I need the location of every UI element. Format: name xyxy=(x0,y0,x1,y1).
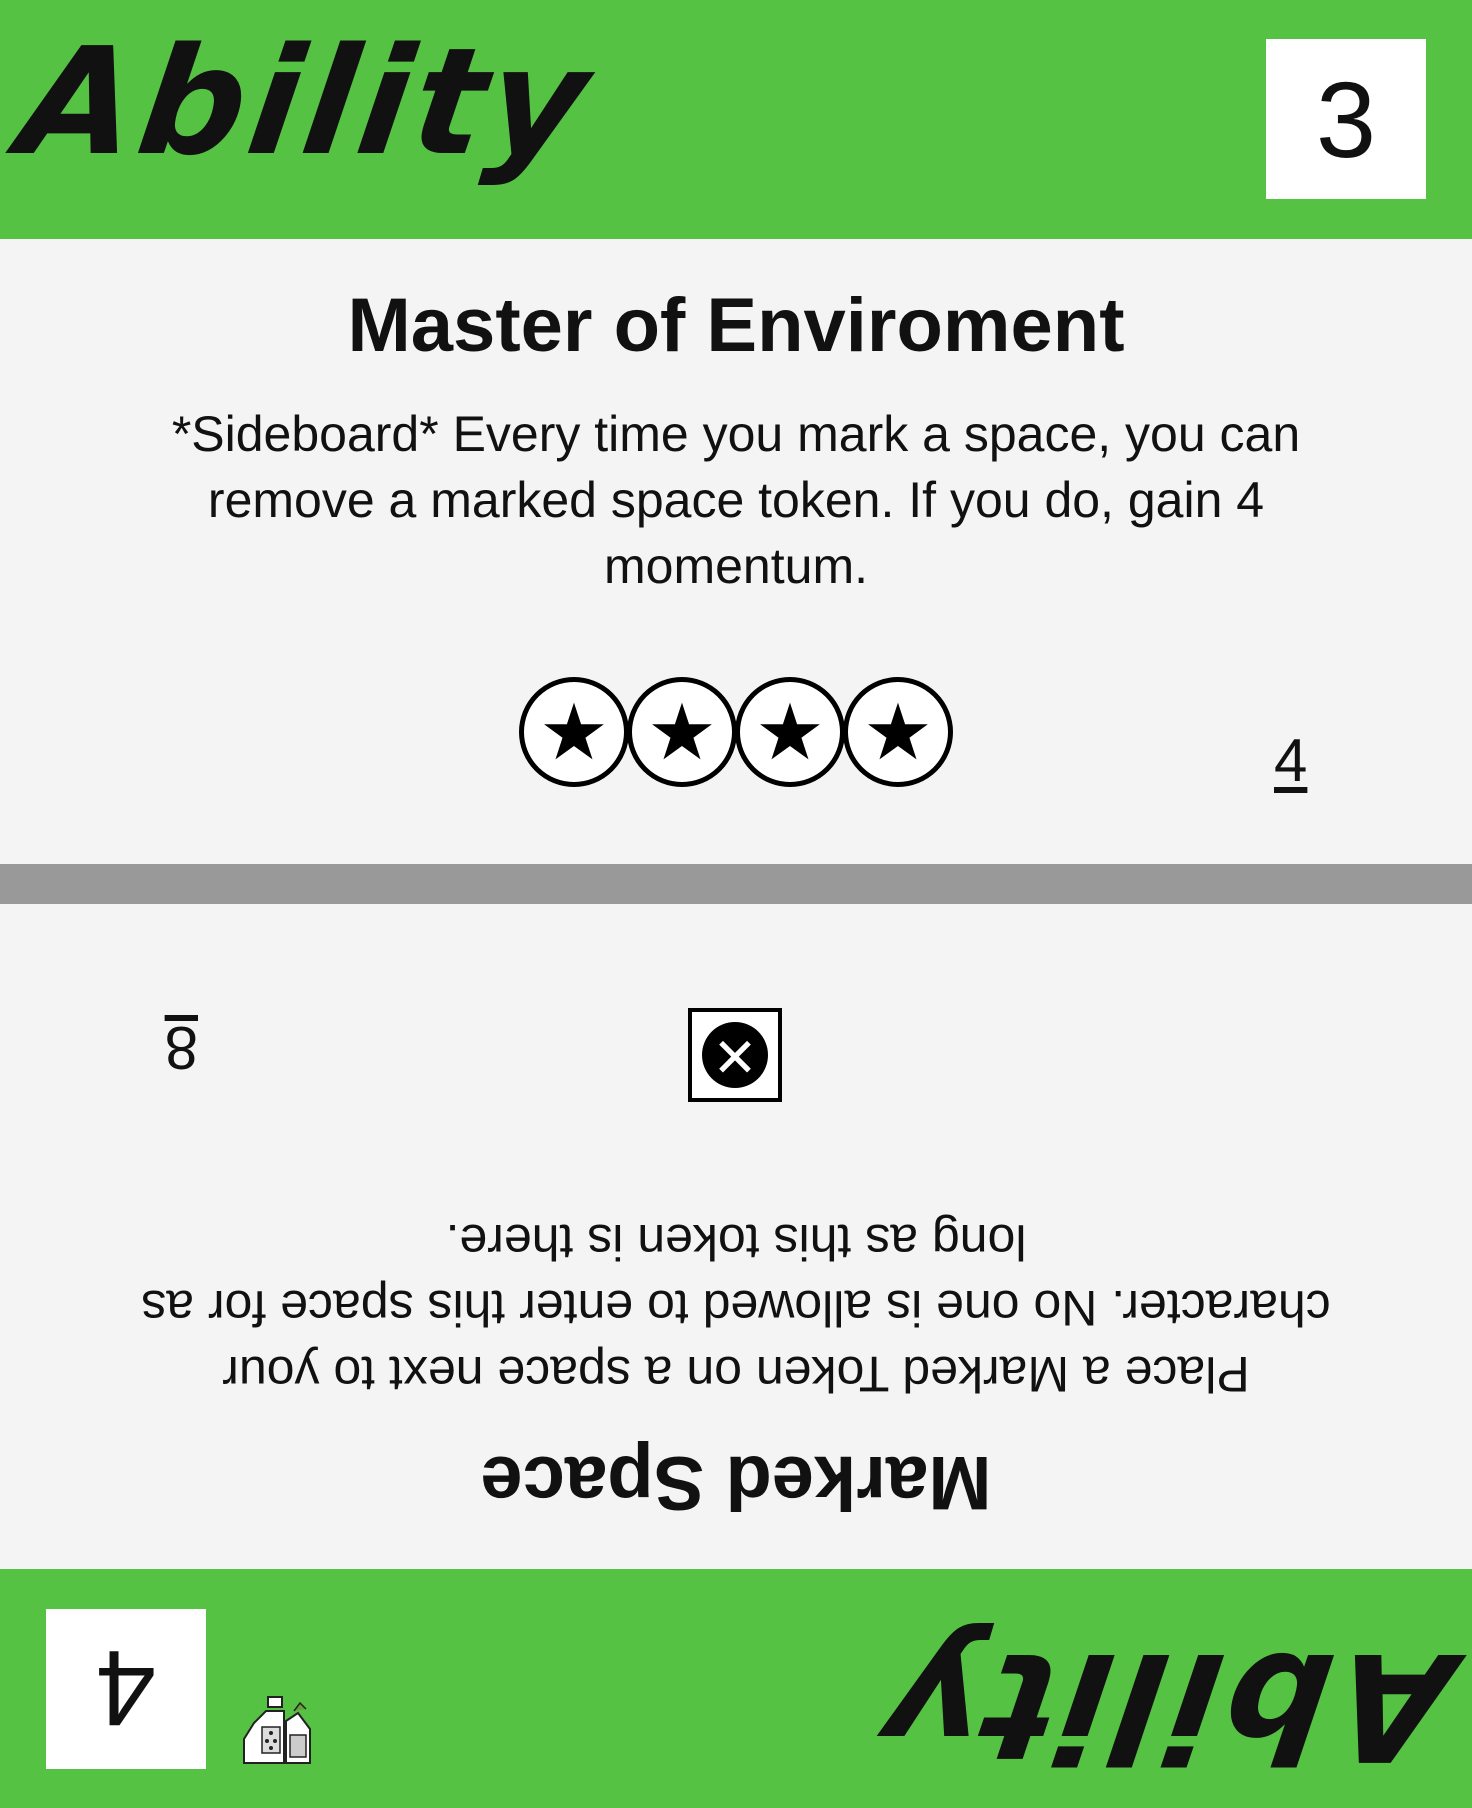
potion-bottles-icon xyxy=(243,1696,311,1764)
top-card-text: *Sideboard* Every time you mark a space,… xyxy=(171,406,1301,594)
star-icon: ★ xyxy=(519,677,629,787)
top-card-title: Master of Enviroment xyxy=(347,283,1125,368)
momentum-stars: ★ ★ ★ ★ xyxy=(519,677,953,787)
top-value: 4 xyxy=(1274,727,1308,794)
bottom-card-title: Marked Space xyxy=(480,1440,992,1525)
top-type-label: Ability xyxy=(9,16,602,188)
marked-token-icon: ✕ xyxy=(688,1008,782,1102)
x-circle-icon: ✕ xyxy=(702,1022,768,1088)
bottom-type-label: Ability xyxy=(870,1620,1463,1792)
card-divider xyxy=(0,864,1472,904)
star-icon: ★ xyxy=(627,677,737,787)
bottom-cost-box: 4 xyxy=(46,1609,206,1769)
star-icon: ★ xyxy=(735,677,845,787)
star-icon: ★ xyxy=(843,677,953,787)
top-cost-box: 3 xyxy=(1266,39,1426,199)
bottom-half: Ability 4 Marked Space Place a Marked To… xyxy=(0,904,1472,1808)
bottom-card-text: Place a Marked Token on a space next to … xyxy=(141,1214,1331,1402)
bottom-value: 8 xyxy=(164,1014,198,1081)
